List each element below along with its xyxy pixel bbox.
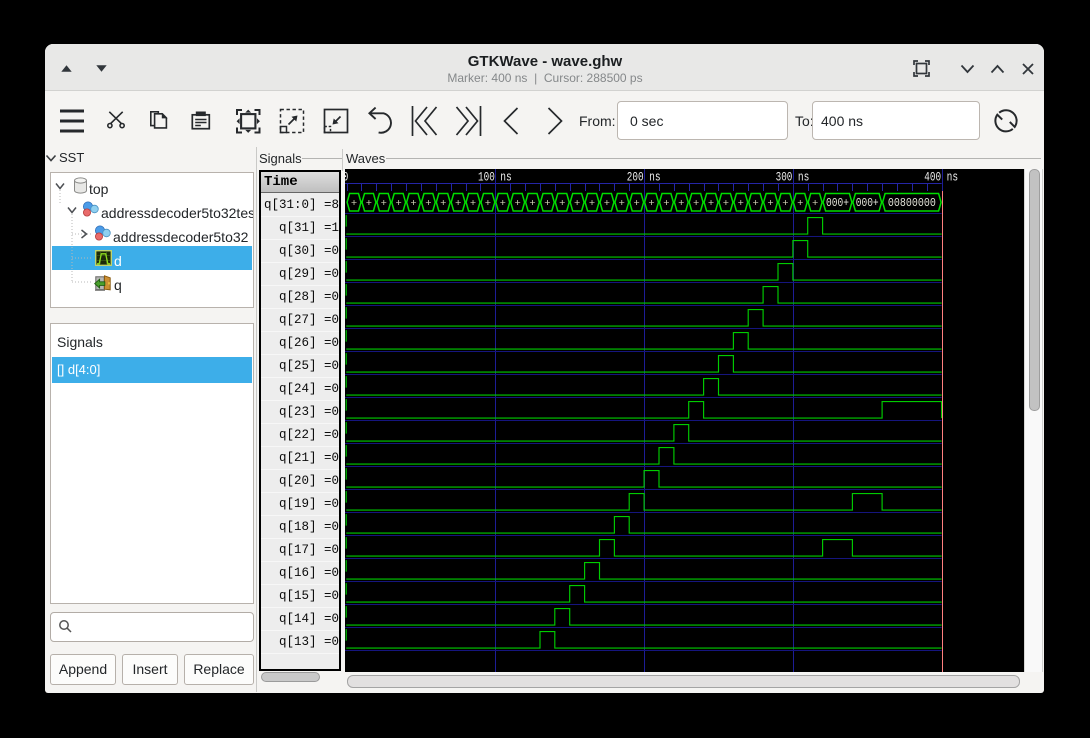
svg-text:+: + (634, 198, 640, 210)
svg-text:000+: 000+ (826, 197, 849, 210)
svg-text:400: 400 (924, 171, 941, 185)
svg-text:+: + (678, 198, 684, 210)
svg-text:+: + (619, 198, 625, 210)
svg-text:+: + (723, 198, 729, 210)
svg-text:100: 100 (478, 171, 495, 185)
svg-text:+: + (529, 198, 535, 210)
svg-text:+: + (351, 198, 357, 210)
svg-text:ns: ns (798, 171, 810, 185)
svg-text:ns: ns (500, 171, 512, 185)
svg-text:+: + (648, 198, 654, 210)
svg-text:+: + (797, 198, 803, 210)
svg-text:+: + (693, 198, 699, 210)
svg-text:+: + (782, 198, 788, 210)
svg-text:+: + (396, 198, 402, 210)
svg-text:+: + (574, 198, 580, 210)
svg-text:ns: ns (947, 171, 959, 185)
svg-text:200: 200 (627, 171, 644, 185)
svg-text:+: + (767, 198, 773, 210)
svg-text:+: + (753, 198, 759, 210)
svg-text:+: + (604, 198, 610, 210)
svg-text:+: + (738, 198, 744, 210)
svg-text:+: + (544, 198, 550, 210)
svg-text:+: + (440, 198, 446, 210)
svg-text:+: + (708, 198, 714, 210)
svg-text:+: + (485, 198, 491, 210)
svg-text:+: + (500, 198, 506, 210)
svg-text:+: + (455, 198, 461, 210)
svg-text:00800000: 00800000 (888, 197, 936, 210)
svg-text:300: 300 (776, 171, 793, 185)
svg-text:+: + (515, 198, 521, 210)
svg-text:000+: 000+ (856, 197, 879, 210)
svg-text:+: + (410, 198, 416, 210)
svg-text:+: + (663, 198, 669, 210)
svg-text:+: + (425, 198, 431, 210)
svg-text:+: + (470, 198, 476, 210)
svg-text:+: + (381, 198, 387, 210)
svg-text:+: + (366, 198, 372, 210)
svg-text:ns: ns (649, 171, 661, 185)
svg-text:+: + (812, 198, 818, 210)
svg-text:0: 0 (345, 171, 348, 185)
svg-text:+: + (589, 198, 595, 210)
svg-text:+: + (559, 198, 565, 210)
